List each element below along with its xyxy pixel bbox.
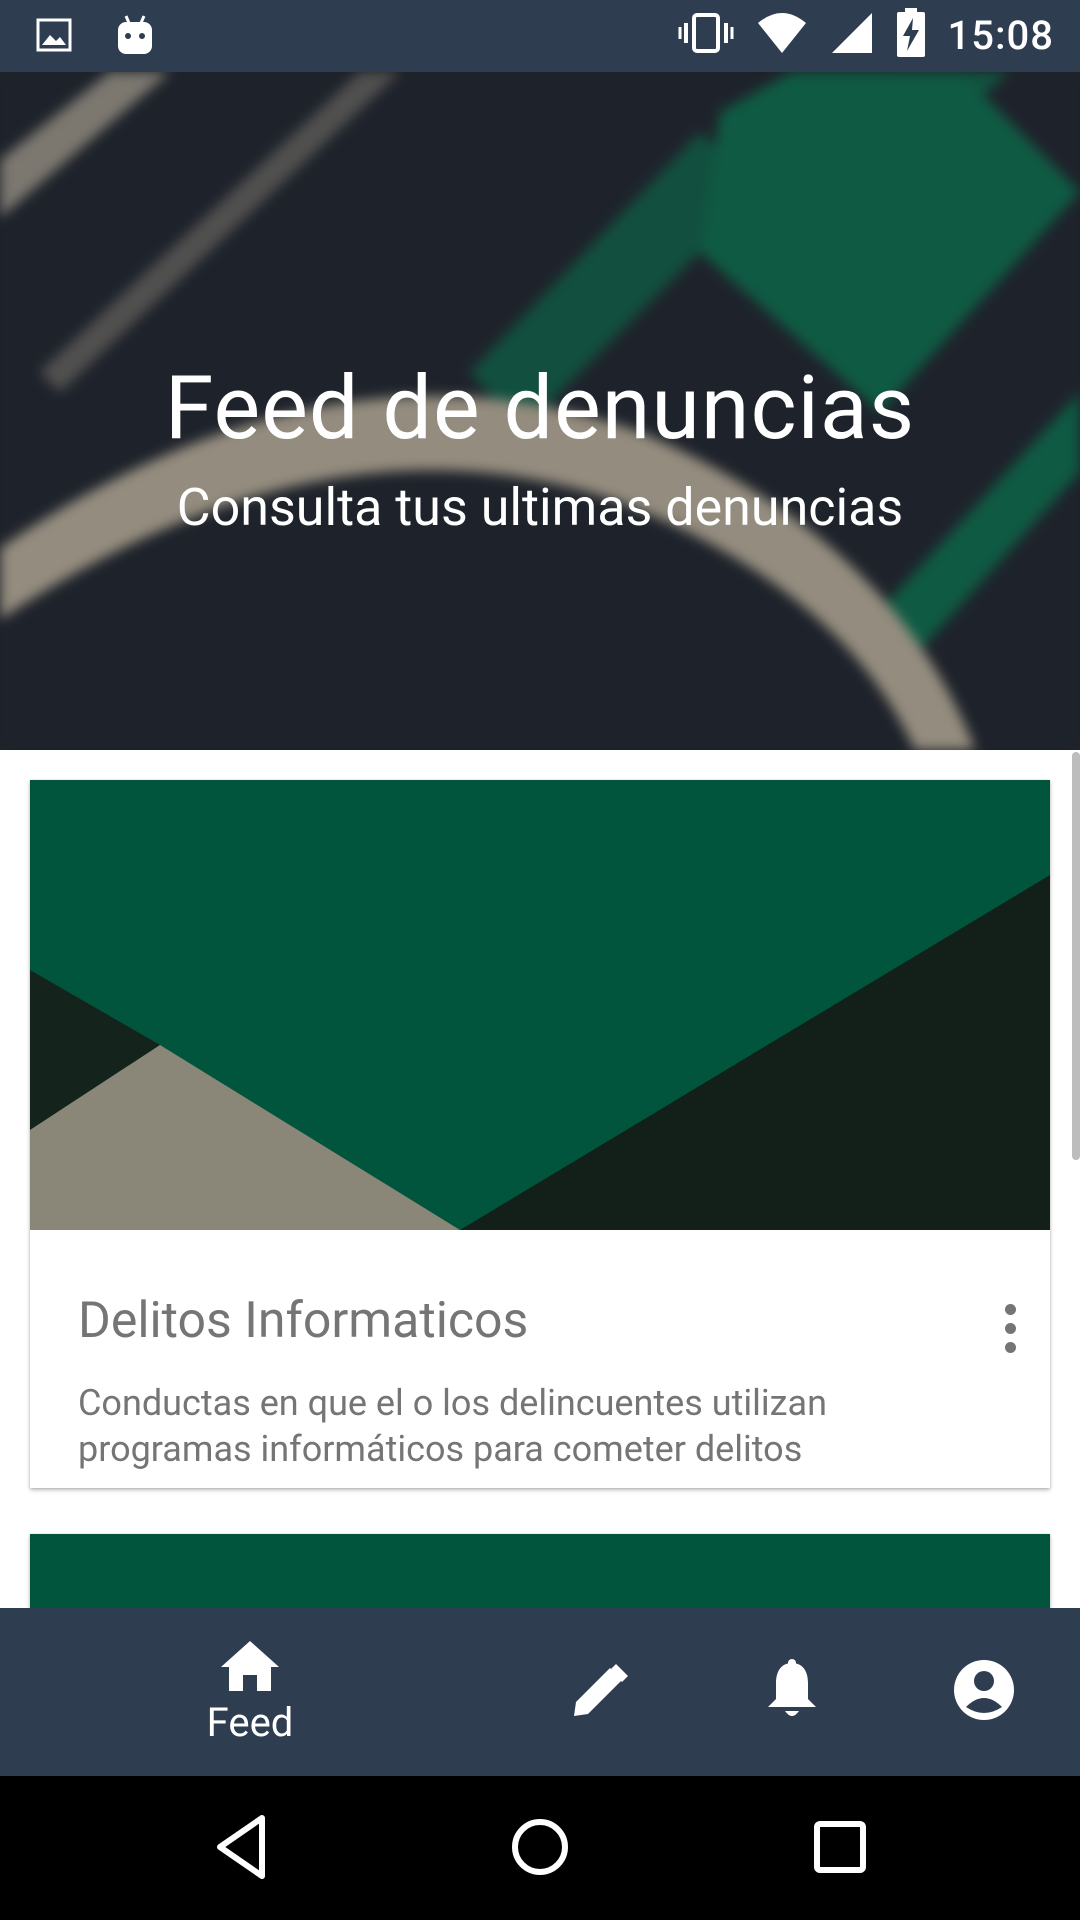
status-time: 15:08 bbox=[947, 11, 1054, 59]
nav-item-edit[interactable] bbox=[560, 1608, 640, 1776]
nav-item-profile[interactable] bbox=[944, 1608, 1024, 1776]
more-vert-icon[interactable] bbox=[1000, 1304, 1020, 1356]
wifi-icon bbox=[756, 11, 808, 59]
home-circle-icon[interactable] bbox=[510, 1812, 570, 1886]
account-circle-icon bbox=[953, 1659, 1015, 1725]
card-image bbox=[30, 1534, 1050, 1608]
back-icon[interactable] bbox=[214, 1812, 268, 1886]
card-description: Conductas en que el o los delincuentes u… bbox=[78, 1382, 827, 1470]
bottom-navigation: Feed bbox=[0, 1608, 1080, 1776]
system-navigation-bar bbox=[0, 1776, 1080, 1920]
report-card[interactable]: Delitos Informaticos Conductas en que el… bbox=[30, 780, 1050, 1488]
page-title: Feed de denuncias bbox=[164, 357, 916, 460]
image-icon bbox=[36, 17, 72, 57]
hero-header: Feed de denuncias Consulta tus ultimas d… bbox=[0, 72, 1080, 750]
home-icon bbox=[219, 1639, 281, 1697]
nav-item-feed[interactable]: Feed bbox=[170, 1608, 330, 1776]
card-title: Delitos Informaticos bbox=[78, 1292, 529, 1350]
page-subtitle: Consulta tus ultimas denuncias bbox=[176, 477, 904, 538]
battery-charging-icon bbox=[896, 8, 926, 62]
edit-icon bbox=[570, 1660, 630, 1724]
vibrate-icon bbox=[678, 11, 734, 59]
android-icon bbox=[116, 14, 154, 60]
status-bar: 15:08 bbox=[0, 0, 1080, 72]
report-card[interactable] bbox=[30, 1534, 1050, 1608]
scrollbar[interactable] bbox=[1072, 752, 1080, 1160]
nav-item-label: Feed bbox=[206, 1698, 294, 1746]
card-image bbox=[30, 780, 1050, 1230]
nav-item-notifications[interactable] bbox=[752, 1608, 832, 1776]
feed-list[interactable]: Delitos Informaticos Conductas en que el… bbox=[0, 750, 1080, 1608]
signal-icon bbox=[830, 11, 874, 59]
bell-icon bbox=[766, 1659, 818, 1725]
recents-icon[interactable] bbox=[812, 1812, 868, 1886]
